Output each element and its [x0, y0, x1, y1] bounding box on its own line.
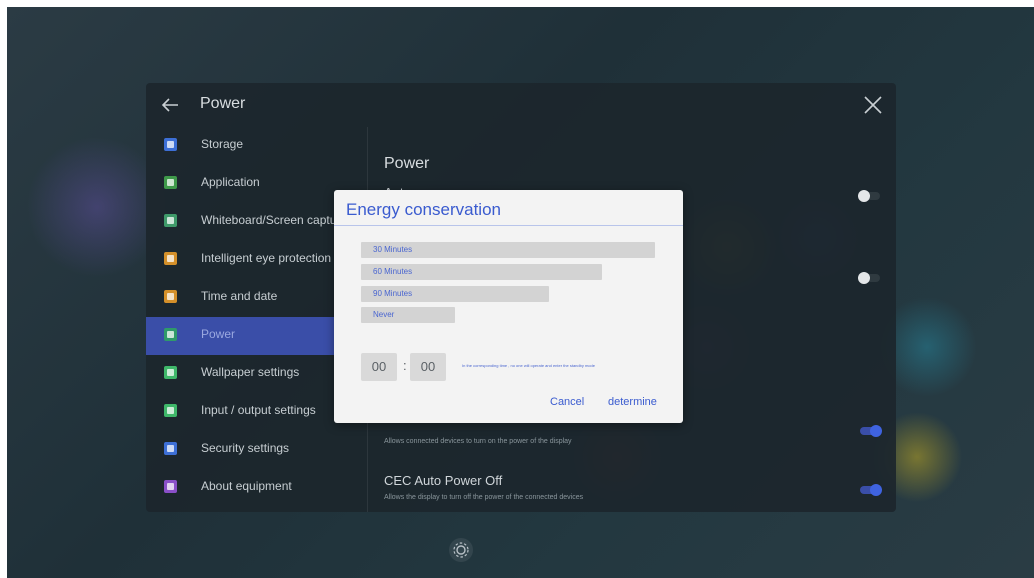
option-60-minutes[interactable]: 60 Minutes: [361, 264, 602, 280]
setting-2-toggle[interactable]: [858, 272, 880, 284]
sidebar-item-label: Input / output settings: [201, 403, 316, 417]
cec-power-on-toggle[interactable]: [860, 425, 882, 437]
toggle-knob: [870, 484, 882, 496]
time-separator: :: [403, 358, 407, 373]
cec-auto-power-off-toggle[interactable]: [860, 484, 882, 496]
dialog-divider: [334, 225, 683, 226]
cancel-button[interactable]: Cancel: [550, 396, 584, 408]
eye-icon: [164, 252, 177, 265]
toggle-knob: [870, 425, 882, 437]
setting-description-cec-power-on: Allows connected devices to turn on the …: [384, 438, 572, 445]
option-90-minutes[interactable]: 90 Minutes: [361, 286, 549, 302]
lock-icon: [164, 442, 177, 455]
sidebar-item-label: Security settings: [201, 441, 290, 455]
sidebar-item-label: Power: [201, 327, 236, 341]
auto-power-on-toggle[interactable]: [858, 190, 880, 202]
whiteboard-icon: [164, 214, 177, 227]
sidebar-item-label: About equipment: [201, 479, 292, 493]
storage-icon: [164, 138, 177, 151]
sidebar-item-label: Wallpaper settings: [201, 365, 300, 379]
option-label: 30 Minutes: [373, 245, 413, 254]
input-output-icon: [164, 404, 177, 417]
determine-button[interactable]: determine: [608, 396, 657, 408]
close-icon[interactable]: [860, 92, 886, 118]
info-icon: [164, 480, 177, 493]
energy-conservation-dialog: Energy conservation 30 Minutes 60 Minute…: [334, 190, 683, 423]
toggle-knob: [858, 272, 870, 284]
setting-description-cec-auto-power-off: Allows the display to turn off the power…: [384, 494, 584, 501]
option-label: 90 Minutes: [373, 289, 413, 298]
sidebar-item-about[interactable]: About equipment: [146, 469, 367, 507]
sidebar-item-security[interactable]: Security settings: [146, 431, 367, 469]
option-30-minutes[interactable]: 30 Minutes: [361, 242, 655, 258]
sidebar-item-label: Storage: [201, 137, 244, 151]
setting-title-cec-auto-power-off: CEC Auto Power Off: [384, 473, 503, 488]
sidebar-item-label: Application: [201, 175, 260, 189]
section-title: Power: [384, 155, 430, 172]
desktop-background: Power Storage Application Whiteboard/Scr…: [7, 7, 1034, 578]
wallpaper-icon: [164, 366, 177, 379]
settings-header: Power: [146, 83, 896, 127]
sidebar-item-storage[interactable]: Storage: [146, 127, 367, 165]
page-title: Power: [200, 95, 246, 112]
minutes-field[interactable]: 00: [410, 353, 446, 381]
settings-gear-icon[interactable]: [449, 538, 473, 562]
power-icon: [164, 328, 177, 341]
option-label: Never: [373, 310, 395, 319]
sidebar-item-label: Intelligent eye protection: [201, 251, 332, 265]
option-never[interactable]: Never: [361, 307, 455, 323]
sidebar-item-label: Time and date: [201, 289, 278, 303]
calendar-icon: [164, 290, 177, 303]
back-arrow-icon[interactable]: [158, 93, 182, 117]
hours-field[interactable]: 00: [361, 353, 397, 381]
sidebar-item-label: Whiteboard/Screen capture: [201, 213, 348, 227]
option-label: 60 Minutes: [373, 267, 413, 276]
dialog-title: Energy conservation: [346, 200, 501, 219]
application-icon: [164, 176, 177, 189]
standby-hint: In the corresponding time , no one will …: [462, 363, 595, 368]
toggle-knob: [858, 190, 870, 202]
